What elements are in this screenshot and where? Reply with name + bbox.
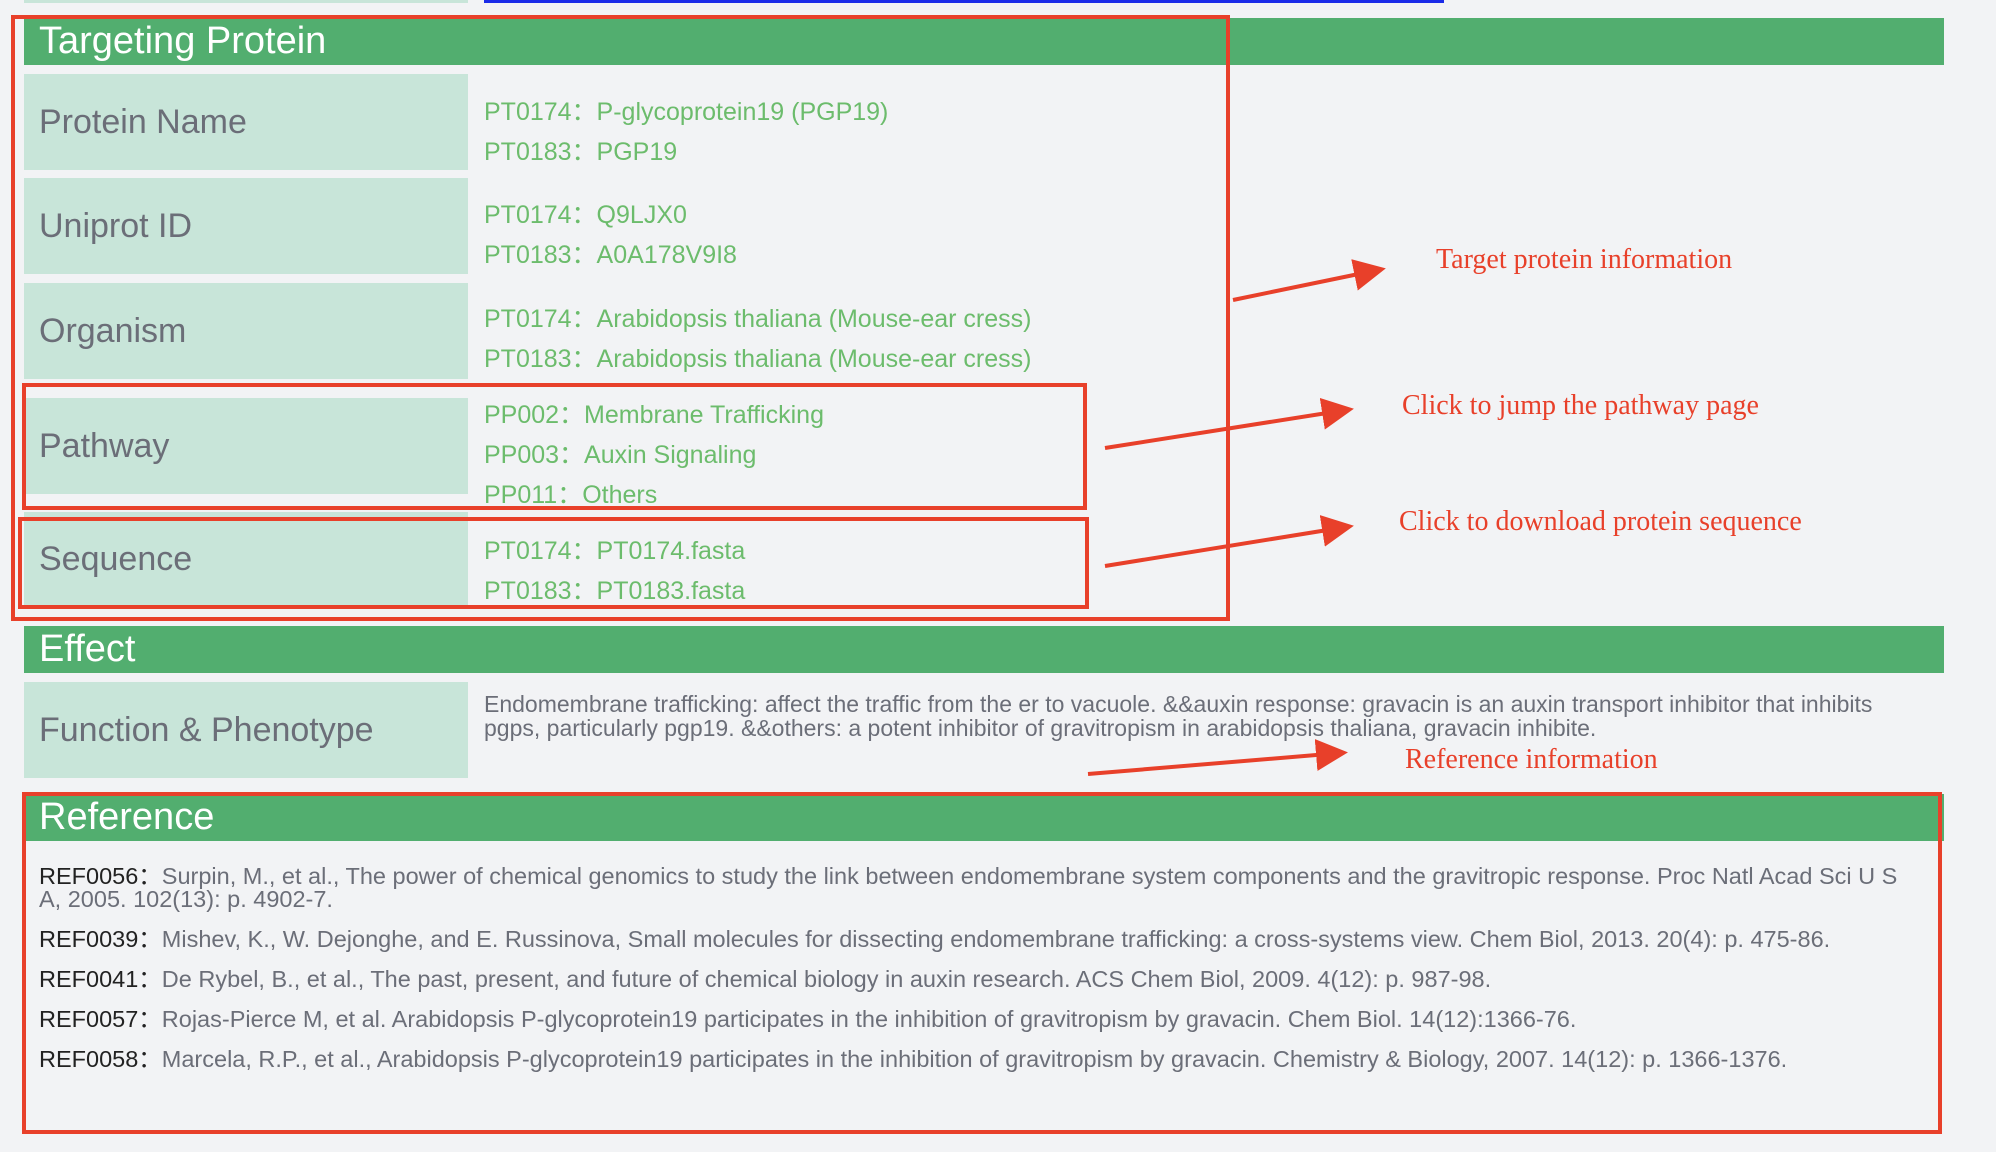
arrow-icon: [1232, 259, 1386, 302]
annotation-reference: Reference information: [1405, 744, 1658, 775]
arrow-icon: [1104, 515, 1354, 568]
annotation-arrows: [1087, 259, 1386, 776]
annotation-pathway: Click to jump the pathway page: [1402, 390, 1759, 421]
annotation-target-protein: Target protein information: [1436, 244, 1733, 275]
arrow-icon: [1087, 739, 1348, 776]
annotation-sequence: Click to download protein sequence: [1399, 506, 1802, 537]
arrow-icon: [1104, 397, 1354, 450]
